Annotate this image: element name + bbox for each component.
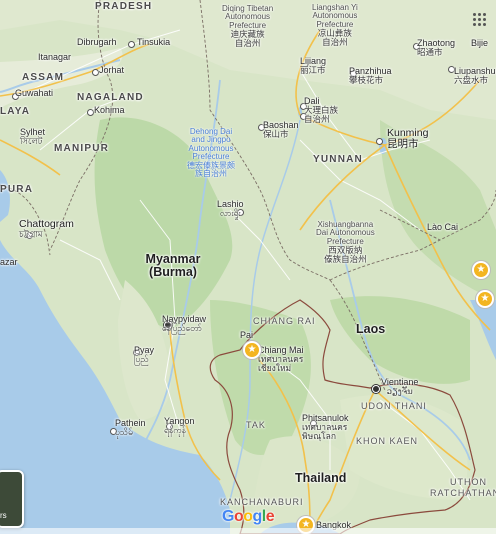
city-label-tinsukia: Tinsukia <box>137 37 171 47</box>
city-name-local: ပုသိမ် <box>115 427 133 438</box>
region-label-tak: TAK <box>246 420 266 430</box>
city-dot[interactable] <box>87 109 94 116</box>
country-label-myanmar: Myanmar (Burma) <box>140 252 206 280</box>
google-logo-letter: g <box>252 508 263 525</box>
city-name-local: ပြည် <box>134 354 149 365</box>
region-label-ratchathani: RATCHATHANI <box>430 488 496 498</box>
city-label-lashio: Lashio လားရှိုး <box>217 199 244 219</box>
country-label-thailand: Thailand <box>295 471 347 485</box>
city-label-kohima: Kohima <box>94 105 125 115</box>
prefecture-line-local: 自治州 <box>234 38 261 49</box>
city-label-dali: Dali 大理白族 自治州 <box>304 96 338 125</box>
city-dot[interactable] <box>376 138 383 145</box>
city-name-local: နေပြည်တော် <box>162 323 202 334</box>
city-label-bijie: Bijie <box>471 38 489 48</box>
label-diqing-prefecture: Diqing Tibetan Autonomous Prefecture 迪庆藏… <box>222 4 273 49</box>
map-base-layer <box>0 0 496 534</box>
attribution-bar <box>0 528 496 534</box>
map-canvas[interactable]: Myanmar (Burma) Laos Thailand PRADESH AS… <box>0 0 496 534</box>
city-name-local: ວຽງຈັນ <box>386 386 413 397</box>
city-label-kunming: Kunming 昆明市 <box>387 127 428 151</box>
google-logo-letter: G <box>222 508 234 525</box>
region-label-chiang-rai: CHIANG RAI <box>253 316 316 326</box>
country-name-alt: (Burma) <box>149 265 197 280</box>
city-name-local-2: 自治州 <box>304 114 330 125</box>
region-label-udon-thani: UDON THANI <box>361 401 427 411</box>
region-label-assam: ASSAM <box>22 72 65 83</box>
city-name-local-2: พิษณุโลก <box>302 431 337 442</box>
google-logo-letter: o <box>243 508 253 525</box>
region-label-uthon: UTHON <box>450 477 487 487</box>
city-label-chiang-mai: Chiang Mai เทศบาลนคร เชียงใหม่ <box>258 345 304 374</box>
region-label-yunnan: YUNNAN <box>313 154 363 165</box>
google-logo-letter: e <box>265 508 275 525</box>
city-label-dibrugarh: Dibrugarh <box>77 37 117 47</box>
saved-place-star-icon[interactable]: ★ <box>472 261 490 279</box>
city-label-lijiang: Lijiang 丽江市 <box>300 56 326 76</box>
region-label-pura: PURA <box>0 184 34 195</box>
city-label-liupanshui: Liupanshui 六盘水市 <box>454 66 496 86</box>
city-label-lao-cai: Lào Cai <box>427 222 459 232</box>
saved-place-star-icon[interactable]: ★ <box>243 341 261 359</box>
city-label-phitsanulok: Phitsanulok เทศบาลนคร พิษณุโลก <box>302 413 349 442</box>
city-label-zhaotong: Zhaotong 昭通市 <box>417 38 455 58</box>
city-dot[interactable] <box>128 41 135 48</box>
city-name-local: চট্টগ্রাম <box>19 229 43 240</box>
city-label-naypyidaw: Naypyidaw နေပြည်တော် <box>162 314 206 334</box>
city-name-local: 昆明市 <box>387 138 419 151</box>
city-name-local: 六盘水市 <box>454 75 489 86</box>
city-label-panzhihua: Panzhihua 攀枝花市 <box>349 66 392 86</box>
region-label-nagaland: NAGALAND <box>77 92 144 103</box>
city-label-baoshan: Baoshan 保山市 <box>263 120 299 140</box>
star-icon: ★ <box>245 343 259 357</box>
prefecture-line-local: 族自治州 <box>195 168 227 178</box>
city-dot[interactable] <box>92 69 99 76</box>
city-name-local: সিলেট <box>20 136 43 147</box>
region-label-manipur: MANIPUR <box>54 143 110 154</box>
city-label-pai: Pai <box>240 330 254 340</box>
google-logo-letter: o <box>233 508 244 525</box>
city-name-local: 攀枝花市 <box>349 75 384 86</box>
label-liangshan-prefecture: Liangshan Yi Autonomous Prefecture 凉山彝族 … <box>312 3 358 48</box>
region-label-kanchanaburi: KANCHANABURI <box>220 497 304 507</box>
star-icon: ★ <box>478 292 492 306</box>
region-label-pradesh: PRADESH <box>95 1 153 12</box>
label-dehong-prefecture: Dehong Dai and Jingpo Autonomous Prefect… <box>187 127 235 178</box>
city-label-itanagar: Itanagar <box>38 52 72 62</box>
city-name-local: 保山市 <box>263 129 289 140</box>
city-label-azar: azar <box>0 257 18 267</box>
city-label-pyay: Pyay ပြည် <box>134 345 154 365</box>
city-label-pathein: Pathein ပုသိမ် <box>115 418 146 438</box>
city-name-local-2: เชียงใหม่ <box>258 363 292 374</box>
prefecture-line-local: 自治州 <box>322 37 348 48</box>
city-label-sylhet: Sylhet সিলেট <box>20 127 45 147</box>
saved-place-star-icon[interactable]: ★ <box>476 290 494 308</box>
city-label-chattogram: Chattogram চট্টগ্রাম <box>19 218 74 240</box>
region-label-laya: LAYA <box>0 106 31 117</box>
prefecture-line-local: 傣族自治州 <box>324 254 367 265</box>
city-label-guwahati: Guwahati <box>15 88 54 98</box>
star-icon: ★ <box>474 263 488 277</box>
region-label-khon-kaen: KHON KAEN <box>356 436 419 446</box>
city-name-local: ရန်ကုန် <box>164 425 186 436</box>
country-label-laos: Laos <box>356 322 386 336</box>
apps-grid-icon[interactable] <box>472 12 488 28</box>
city-label-vientiane: Vientiane ວຽງຈັນ <box>381 377 418 397</box>
city-name-local: 丽江市 <box>300 65 326 76</box>
city-name-local: လားရှိုး <box>219 208 241 219</box>
city-label-yangon: Yangon ရန်ကုန် <box>164 416 194 436</box>
layers-thumbnail-label: rs <box>0 511 7 520</box>
city-label-jorhat: Jorhat <box>99 65 125 75</box>
city-name-local: 昭通市 <box>417 47 443 58</box>
label-xishuangbanna-prefecture: Xishuangbanna Dai Autonomous Prefecture … <box>316 220 375 265</box>
capital-dot-vientiane[interactable] <box>372 385 380 393</box>
google-logo: Google <box>222 508 275 526</box>
